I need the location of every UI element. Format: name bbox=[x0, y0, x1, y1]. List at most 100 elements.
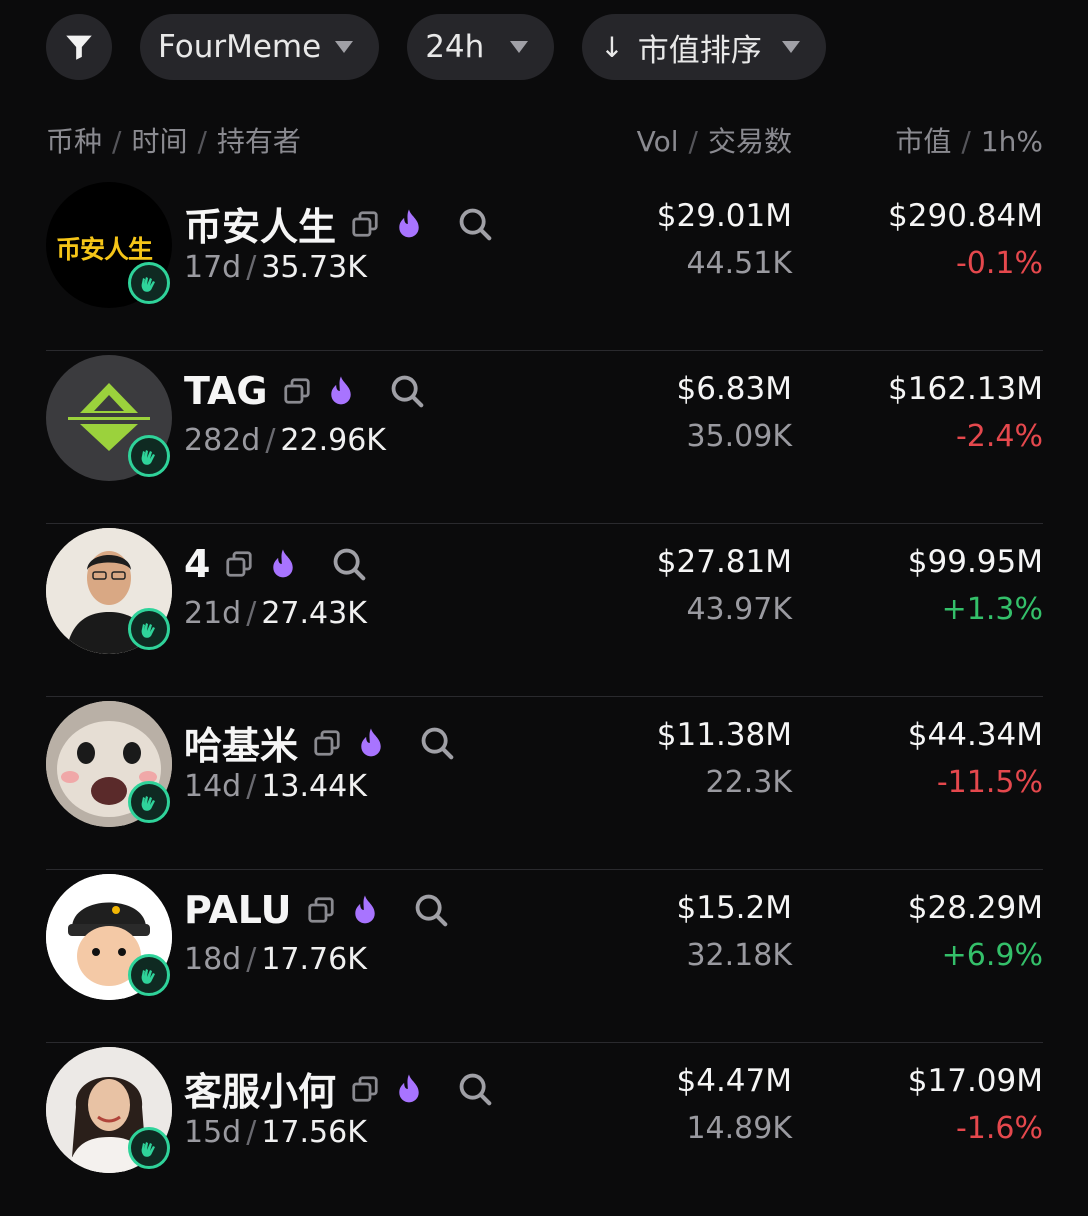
token-volume: $11.38M bbox=[656, 717, 792, 753]
token-age: 15d bbox=[184, 1115, 242, 1150]
token-mcap: $99.95M bbox=[907, 544, 1043, 580]
token-txns: 44.51K bbox=[686, 246, 792, 281]
token-txns: 14.89K bbox=[686, 1111, 792, 1146]
token-age: 14d bbox=[184, 769, 242, 804]
caret-down-icon bbox=[510, 41, 529, 53]
search-icon[interactable] bbox=[456, 1070, 494, 1108]
copy-icon[interactable] bbox=[312, 728, 342, 758]
header-mcap: 市值 bbox=[895, 125, 952, 158]
token-mcap: $290.84M bbox=[888, 198, 1043, 234]
token-age: 18d bbox=[184, 942, 242, 977]
hand-badge-icon bbox=[128, 435, 170, 477]
copy-icon[interactable] bbox=[306, 895, 336, 925]
token-holders: 35.73K bbox=[261, 250, 367, 285]
header-change: 1h% bbox=[980, 125, 1043, 158]
search-icon[interactable] bbox=[418, 724, 456, 762]
token-name-line: 哈基米 bbox=[184, 715, 456, 770]
token-change: -11.5% bbox=[936, 765, 1043, 800]
header-holders: 持有者 bbox=[216, 125, 301, 158]
funnel-icon bbox=[66, 35, 92, 60]
token-change: -2.4% bbox=[955, 419, 1043, 454]
search-icon[interactable] bbox=[456, 205, 494, 243]
copy-icon[interactable] bbox=[350, 209, 380, 239]
token-row[interactable]: 币安人生 币安人生 17d/35.73K $29.01M 44.51K $290… bbox=[46, 178, 1043, 351]
search-icon[interactable] bbox=[412, 891, 450, 929]
filter-bar: FourMeme 24h ↓ 市值排序 bbox=[46, 14, 826, 80]
token-holders: 17.76K bbox=[261, 942, 367, 977]
header-vol: Vol bbox=[636, 125, 679, 158]
copy-icon[interactable] bbox=[282, 376, 312, 406]
token-name: 币安人生 bbox=[184, 205, 337, 249]
sort-arrow-icon: ↓ bbox=[600, 30, 624, 64]
header-coin: 币种 bbox=[46, 125, 103, 158]
token-age: 17d bbox=[184, 250, 242, 285]
header-mcap-change: 市值/1h% bbox=[895, 125, 1043, 158]
header-coin-time-holders: 币种 / 时间 / 持有者 bbox=[46, 125, 301, 158]
hand-badge-icon bbox=[128, 608, 170, 650]
token-age: 282d bbox=[184, 423, 261, 458]
token-row[interactable]: 哈基米 14d/13.44K $11.38M 22.3K $44.34M -11… bbox=[46, 697, 1043, 870]
sort-dropdown[interactable]: ↓ 市值排序 bbox=[582, 14, 826, 80]
token-change: -0.1% bbox=[955, 246, 1043, 281]
token-name: 客服小何 bbox=[184, 1070, 337, 1114]
token-age-holders: 282d/22.96K bbox=[184, 423, 386, 458]
token-row[interactable]: TAG 282d/22.96K $6.83M 35.09K $162.13M -… bbox=[46, 351, 1043, 524]
token-age-holders: 18d/17.76K bbox=[184, 942, 367, 977]
token-volume: $4.47M bbox=[676, 1063, 793, 1099]
token-change: +6.9% bbox=[941, 938, 1043, 973]
token-age-holders: 17d/35.73K bbox=[184, 250, 367, 285]
token-volume: $29.01M bbox=[656, 198, 792, 234]
token-list: 币安人生 币安人生 17d/35.73K $29.01M 44.51K $290… bbox=[46, 178, 1043, 1216]
hot-fire-icon bbox=[394, 207, 424, 241]
token-name-line: 币安人生 bbox=[184, 196, 494, 251]
header-txns: 交易数 bbox=[707, 125, 792, 158]
token-holders: 22.96K bbox=[280, 423, 386, 458]
copy-icon[interactable] bbox=[350, 1074, 380, 1104]
token-age-holders: 14d/13.44K bbox=[184, 769, 367, 804]
hot-fire-icon bbox=[326, 374, 356, 408]
timeframe-dropdown[interactable]: 24h bbox=[407, 14, 555, 80]
hand-badge-icon bbox=[128, 781, 170, 823]
hand-badge-icon bbox=[128, 262, 170, 304]
hand-badge-icon bbox=[128, 1127, 170, 1169]
token-mcap: $44.34M bbox=[907, 717, 1043, 753]
timeframe-label: 24h bbox=[425, 29, 485, 65]
token-name-line: PALU bbox=[184, 888, 450, 932]
token-change: +1.3% bbox=[941, 592, 1043, 627]
hot-fire-icon bbox=[394, 1072, 424, 1106]
token-volume: $6.83M bbox=[676, 371, 793, 407]
hand-badge-icon bbox=[128, 954, 170, 996]
token-holders: 27.43K bbox=[261, 596, 367, 631]
hot-fire-icon bbox=[268, 547, 298, 581]
token-txns: 43.97K bbox=[686, 592, 792, 627]
search-icon[interactable] bbox=[388, 372, 426, 410]
search-icon[interactable] bbox=[330, 545, 368, 583]
token-name-line: TAG bbox=[184, 369, 426, 413]
token-volume: $15.2M bbox=[676, 890, 793, 926]
filter-button[interactable] bbox=[46, 14, 112, 80]
token-mcap: $28.29M bbox=[907, 890, 1043, 926]
token-age-holders: 21d/27.43K bbox=[184, 596, 367, 631]
token-holders: 17.56K bbox=[261, 1115, 367, 1150]
token-name: 哈基米 bbox=[184, 724, 299, 768]
token-age-holders: 15d/17.56K bbox=[184, 1115, 367, 1150]
caret-down-icon bbox=[781, 41, 800, 53]
header-vol-txns: Vol / 交易数 bbox=[636, 125, 792, 158]
header-time: 时间 bbox=[131, 125, 188, 158]
token-name: PALU bbox=[184, 888, 292, 932]
token-row[interactable]: 4 21d/27.43K $27.81M 43.97K $99.95M +1.3… bbox=[46, 524, 1043, 697]
token-name-line: 4 bbox=[184, 542, 368, 586]
token-name: TAG bbox=[184, 369, 268, 413]
token-holders: 13.44K bbox=[261, 769, 367, 804]
token-txns: 35.09K bbox=[686, 419, 792, 454]
copy-icon[interactable] bbox=[224, 549, 254, 579]
token-change: -1.6% bbox=[955, 1111, 1043, 1146]
token-row[interactable]: PALU 18d/17.76K $15.2M 32.18K $28.29M +6… bbox=[46, 870, 1043, 1043]
platform-dropdown[interactable]: FourMeme bbox=[140, 14, 380, 80]
token-row[interactable]: 客服小何 15d/17.56K $4.47M 14.89K $17.09M -1… bbox=[46, 1043, 1043, 1216]
sort-label: 市值排序 bbox=[637, 32, 762, 69]
token-name: 4 bbox=[184, 542, 211, 586]
token-name-line: 客服小何 bbox=[184, 1061, 494, 1116]
hot-fire-icon bbox=[350, 893, 380, 927]
token-age: 21d bbox=[184, 596, 242, 631]
